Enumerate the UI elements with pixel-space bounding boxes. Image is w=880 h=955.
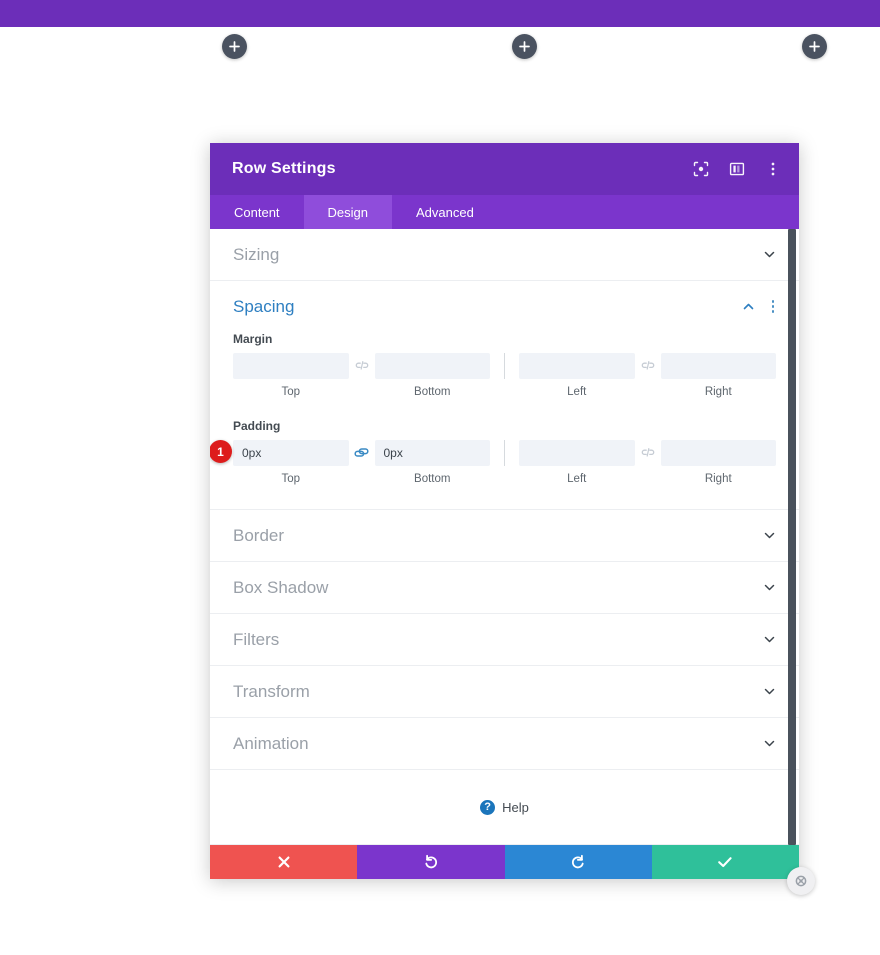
help-row[interactable]: ? Help — [210, 770, 799, 844]
padding-right-input[interactable] — [660, 440, 776, 466]
undo-icon — [425, 854, 437, 869]
undo-button[interactable] — [357, 845, 505, 879]
chevron-down-icon[interactable] — [762, 685, 776, 699]
tab-design[interactable]: Design — [303, 195, 393, 229]
help-label: Help — [502, 799, 529, 815]
padding-top-input[interactable] — [233, 440, 349, 466]
top-admin-bar — [0, 0, 880, 27]
margin-quad: Top Bottom Left Right — [233, 353, 776, 398]
close-icon — [278, 856, 290, 868]
section-filters: Filters — [210, 614, 799, 666]
section-animation-header[interactable]: Animation — [233, 718, 776, 769]
margin-right-input[interactable] — [660, 353, 776, 379]
margin-label: Margin — [233, 332, 273, 346]
plus-icon — [229, 41, 240, 52]
margin-bottom-sublabel: Bottom — [414, 386, 451, 398]
padding-top-sublabel: Top — [281, 473, 301, 485]
section-sizing: Sizing — [210, 229, 799, 281]
redo-icon — [572, 854, 584, 869]
settings-scroll-area: Sizing Spacing Margin Top Bottom Left Ri… — [210, 229, 799, 845]
margin-right-sublabel: Right — [704, 386, 732, 398]
section-transform-header[interactable]: Transform — [233, 666, 776, 717]
section-transform-label: Transform — [233, 681, 310, 701]
section-animation: Animation — [210, 718, 799, 770]
margin-group: Margin Top Bottom Left Right — [233, 332, 776, 398]
margin-top-sublabel: Top — [281, 386, 301, 398]
padding-bottom-sublabel: Bottom — [414, 473, 451, 485]
padding-label: Padding — [233, 419, 281, 433]
redo-button[interactable] — [504, 845, 652, 879]
row-settings-modal: Row Settings Content Design Advanced Siz… — [210, 143, 815, 895]
chevron-down-icon[interactable] — [762, 581, 776, 595]
section-spacing-label: Spacing — [233, 296, 295, 316]
modal-footer — [210, 845, 799, 879]
body-filler — [210, 844, 799, 845]
modal-body: Sizing Spacing Margin Top Bottom Left Ri… — [210, 229, 799, 845]
section-spacing: Spacing Margin Top Bottom Left Right 1 P… — [210, 281, 799, 510]
margin-left-sublabel: Left — [567, 386, 587, 398]
section-spacing-body: Margin Top Bottom Left Right 1 Padding 0… — [210, 332, 776, 509]
cancel-button[interactable] — [210, 845, 358, 879]
section-spacing-options-icon[interactable] — [770, 298, 777, 315]
checkmark-icon — [718, 857, 733, 868]
modal-tabs: Content Design Advanced — [210, 195, 815, 895]
save-button[interactable] — [651, 845, 799, 879]
padding-left-sublabel: Left — [567, 473, 587, 485]
modal-header: Row Settings — [210, 143, 799, 195]
section-box-shadow-label: Box Shadow — [233, 577, 329, 597]
focus-icon[interactable] — [691, 159, 711, 179]
plus-icon — [519, 41, 530, 52]
chevron-down-icon[interactable] — [762, 529, 776, 543]
chevron-down-icon[interactable] — [762, 248, 776, 262]
section-spacing-header[interactable]: Spacing — [233, 281, 776, 332]
margin-divider — [504, 353, 505, 379]
section-border: Border — [210, 510, 799, 562]
margin-top-bottom-unlink-icon[interactable] — [349, 353, 375, 379]
padding-left-right-unlink-icon[interactable] — [635, 440, 661, 466]
vertical-scrollbar[interactable] — [788, 229, 796, 845]
padding-right-sublabel: Right — [704, 473, 732, 485]
help-icon: ? — [480, 799, 496, 815]
section-border-header[interactable]: Border — [233, 510, 776, 561]
chevron-down-icon[interactable] — [762, 737, 776, 751]
plus-icon — [809, 41, 820, 52]
status-badge: 1 — [210, 440, 232, 463]
chevron-up-icon[interactable] — [742, 300, 756, 314]
padding-group: 1 Padding Top — [210, 419, 776, 485]
margin-top-input[interactable] — [233, 353, 349, 379]
padding-left-input[interactable] — [519, 440, 635, 466]
section-border-label: Border — [233, 525, 285, 545]
margin-left-right-unlink-icon[interactable] — [635, 353, 661, 379]
section-box-shadow-header[interactable]: Box Shadow — [233, 562, 776, 613]
page-root: Row Settings Content Design Advanced Siz… — [0, 0, 880, 955]
padding-top-bottom-link-icon[interactable] — [349, 440, 375, 466]
section-animation-label: Animation — [233, 733, 309, 753]
chevron-down-icon[interactable] — [762, 633, 776, 647]
vertical-scrollbar-thumb[interactable] — [788, 229, 796, 845]
header-icon-group — [691, 159, 783, 179]
section-box-shadow: Box Shadow — [210, 562, 799, 614]
section-transform: Transform — [210, 666, 799, 718]
section-filters-label: Filters — [233, 629, 280, 649]
more-options-icon[interactable] — [763, 159, 783, 179]
padding-quad: Top — [233, 440, 776, 485]
section-filters-header[interactable]: Filters — [233, 614, 776, 665]
tab-advanced[interactable]: Advanced — [392, 195, 498, 229]
settings-handle-icon[interactable] — [787, 867, 815, 895]
margin-left-input[interactable] — [519, 353, 635, 379]
padding-bottom-input[interactable] — [374, 440, 490, 466]
section-sizing-label: Sizing — [233, 244, 280, 264]
layout-columns-icon[interactable] — [727, 159, 747, 179]
add-section-left-button[interactable] — [222, 34, 247, 59]
section-sizing-header[interactable]: Sizing — [233, 229, 776, 280]
page-title: Row Settings — [232, 160, 336, 177]
padding-divider — [504, 440, 505, 466]
margin-bottom-input[interactable] — [374, 353, 490, 379]
add-section-center-button[interactable] — [512, 34, 537, 59]
add-section-right-button[interactable] — [802, 34, 827, 59]
tab-content[interactable]: Content — [210, 195, 304, 229]
